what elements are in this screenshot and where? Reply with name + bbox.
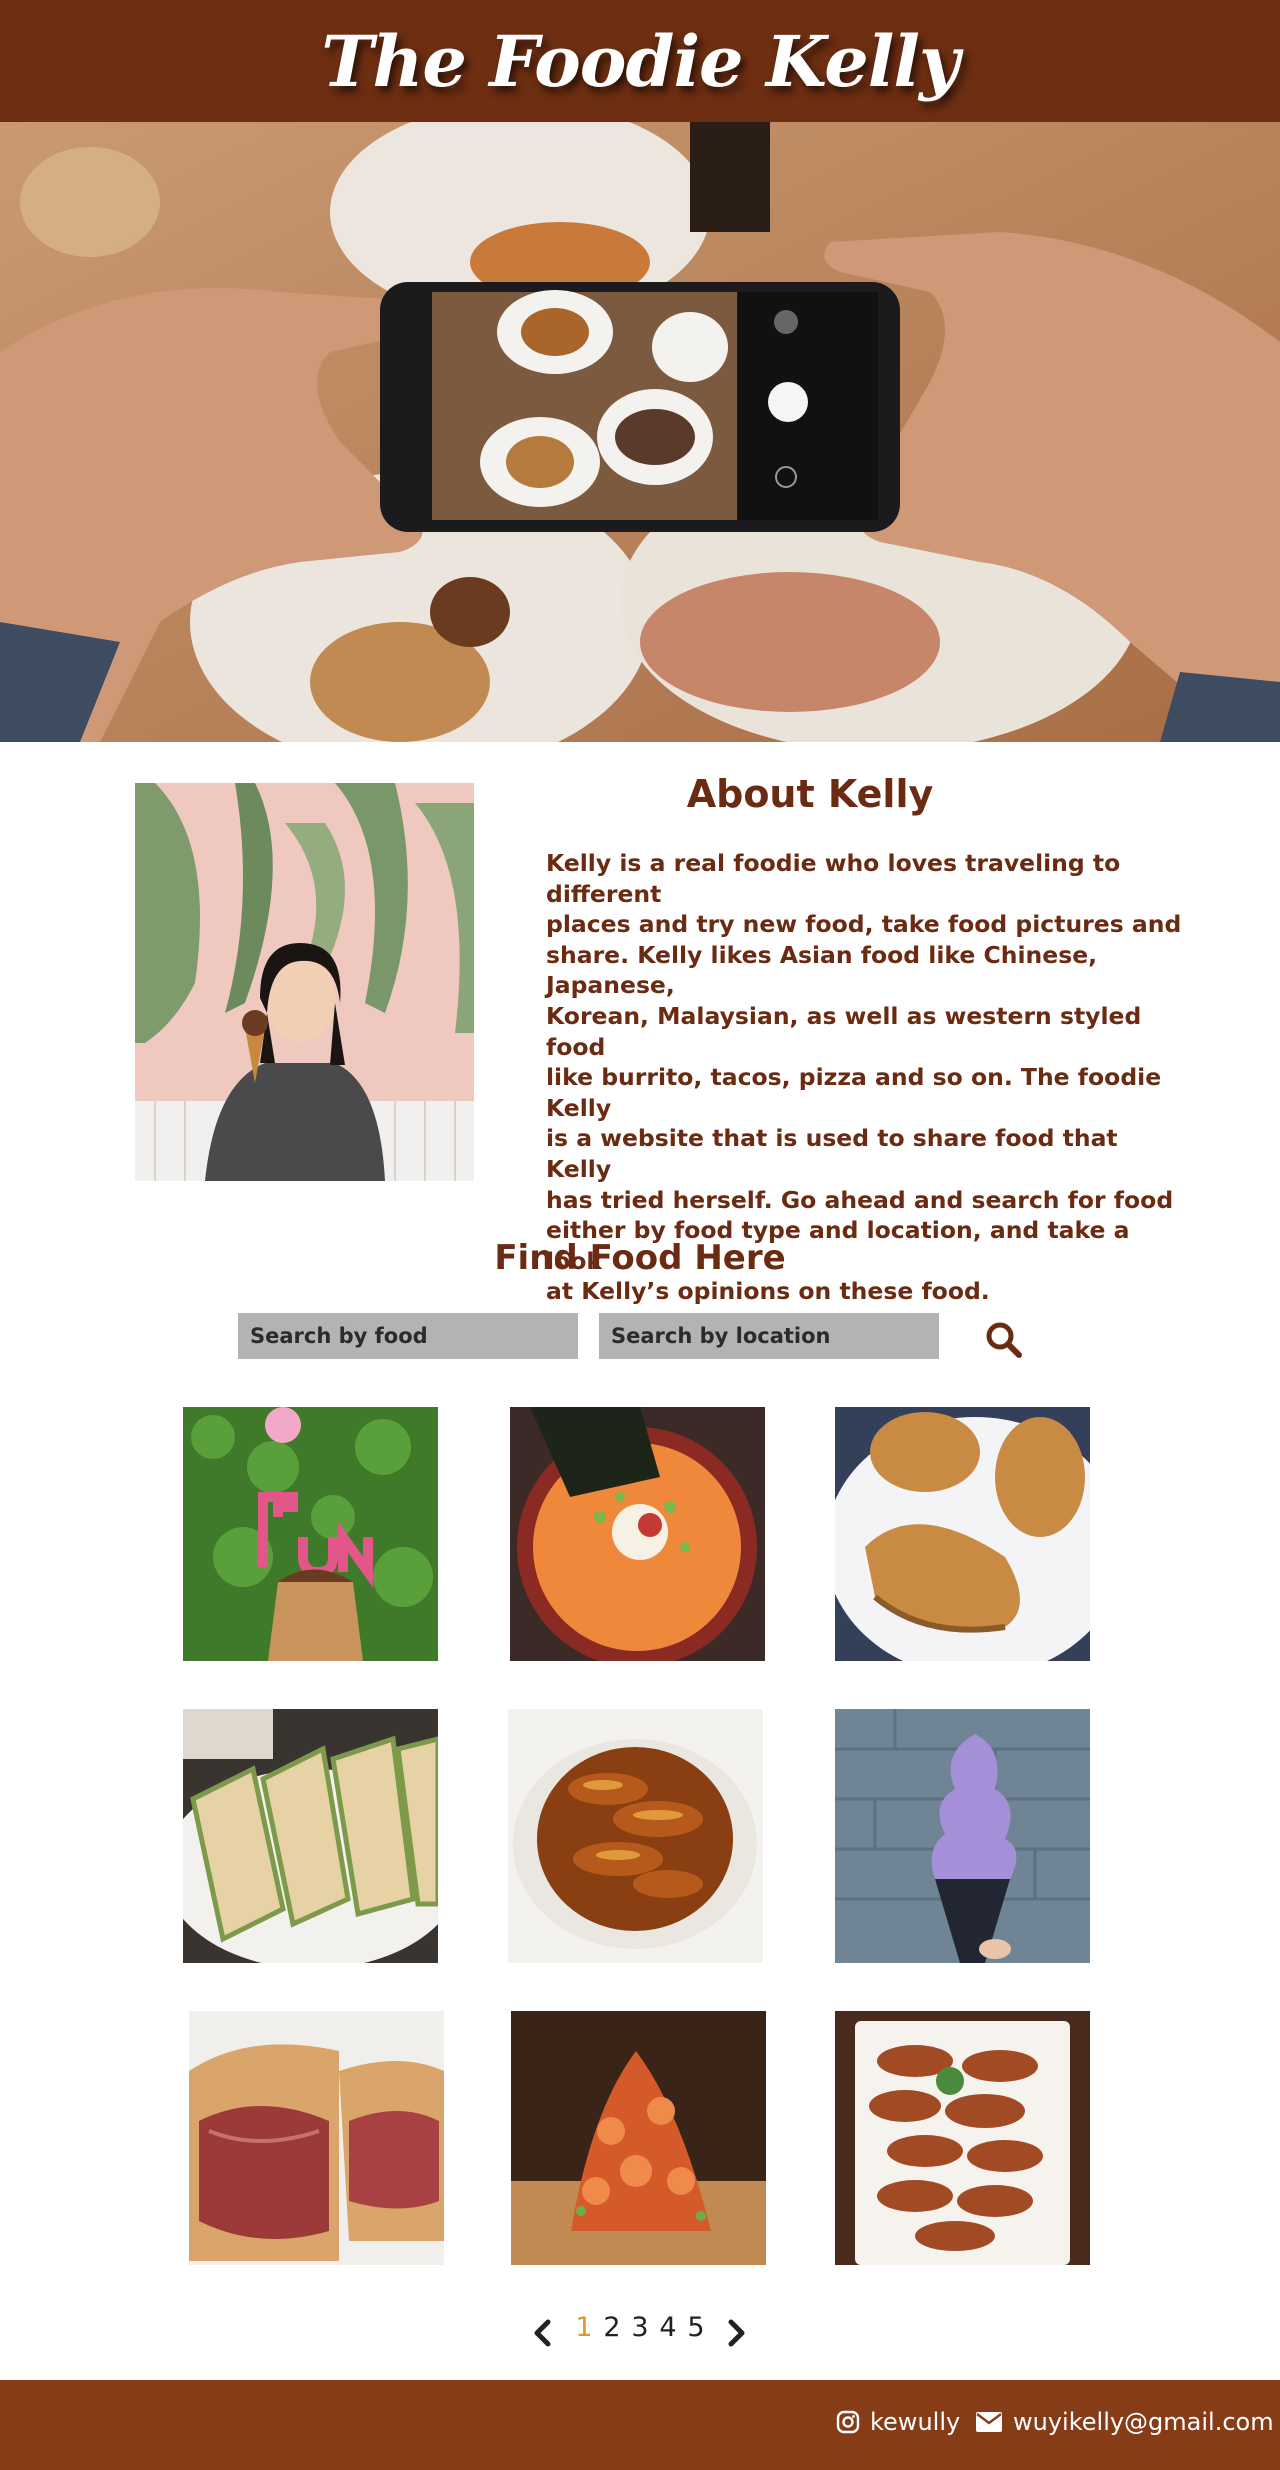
about-line: is a website that is used to share food … [546,1124,1118,1183]
instagram-link[interactable]: kewully [836,2408,960,2436]
about-line: Kelly is a real foodie who loves traveli… [546,849,1121,908]
prev-page-button[interactable] [528,2316,558,2350]
food-tile-fun-dessert[interactable] [183,1407,438,1661]
about-line: at Kelly’s opinions on these food. [546,1277,990,1306]
scallion-pancakes-image [183,1709,438,1963]
about-line: share. Kelly likes Asian food like Chine… [546,940,1098,1000]
purple-soft-serve-image [835,1709,1090,1963]
about-line: like burrito, tacos, pizza and so on. Th… [546,1063,1162,1122]
pastries-image [835,1407,1090,1661]
site-header: The Foodie Kelly [0,0,1280,122]
beef-sandwich-image [189,2011,444,2265]
site-footer: kewully wuyikelly@gmail.com [0,2380,1280,2470]
page-link-5[interactable]: 5 [684,2312,708,2343]
about-line: Korean, Malaysian, as well as western st… [546,1001,1142,1061]
food-tile-fried-wings[interactable] [835,2011,1090,2265]
envelope-icon [976,2412,1002,2432]
chevron-right-icon [728,2319,745,2347]
food-tile-lobster-dish[interactable] [511,2011,766,2265]
search-by-food-input[interactable] [238,1313,578,1359]
about-title: About Kelly [686,772,934,816]
kelly-portrait [135,783,474,1181]
search-by-location-input[interactable] [599,1313,939,1359]
page-link-4[interactable]: 4 [656,2312,680,2343]
food-tile-ramen[interactable] [510,1407,765,1661]
about-line: places and try new food, take food pictu… [546,910,1182,939]
glazed-dish-image [508,1709,763,1963]
email-link[interactable]: wuyikelly@gmail.com [975,2408,1274,2436]
instagram-icon [836,2410,860,2434]
ramen-image [510,1407,765,1661]
instagram-handle: kewully [870,2408,961,2436]
lobster-dish-image [511,2011,766,2265]
food-tile-beef-sandwich[interactable] [189,2011,444,2265]
food-tile-glazed-dish[interactable] [508,1709,763,1963]
find-food-title: Find Food Here [494,1238,786,1278]
email-address: wuyikelly@gmail.com [1013,2408,1274,2436]
fried-wings-image [835,2011,1090,2265]
pagination: 1 2 3 4 5 [0,2310,1280,2356]
page-link-3[interactable]: 3 [628,2312,652,2343]
food-tile-pastries[interactable] [835,1407,1090,1661]
page-link-1[interactable]: 1 [572,2312,596,2343]
site-title: The Foodie Kelly [321,19,959,103]
search-icon [986,1322,1022,1358]
search-button[interactable] [982,1318,1026,1362]
food-tile-purple-soft-serve[interactable] [835,1709,1090,1963]
next-page-button[interactable] [721,2316,751,2350]
page-link-2[interactable]: 2 [600,2312,624,2343]
chevron-left-icon [534,2319,551,2347]
hero-image [0,122,1280,742]
food-tile-scallion-pancakes[interactable] [183,1709,438,1963]
about-line: has tried herself. Go ahead and search f… [546,1185,1174,1214]
fun-dessert-image [183,1407,438,1661]
